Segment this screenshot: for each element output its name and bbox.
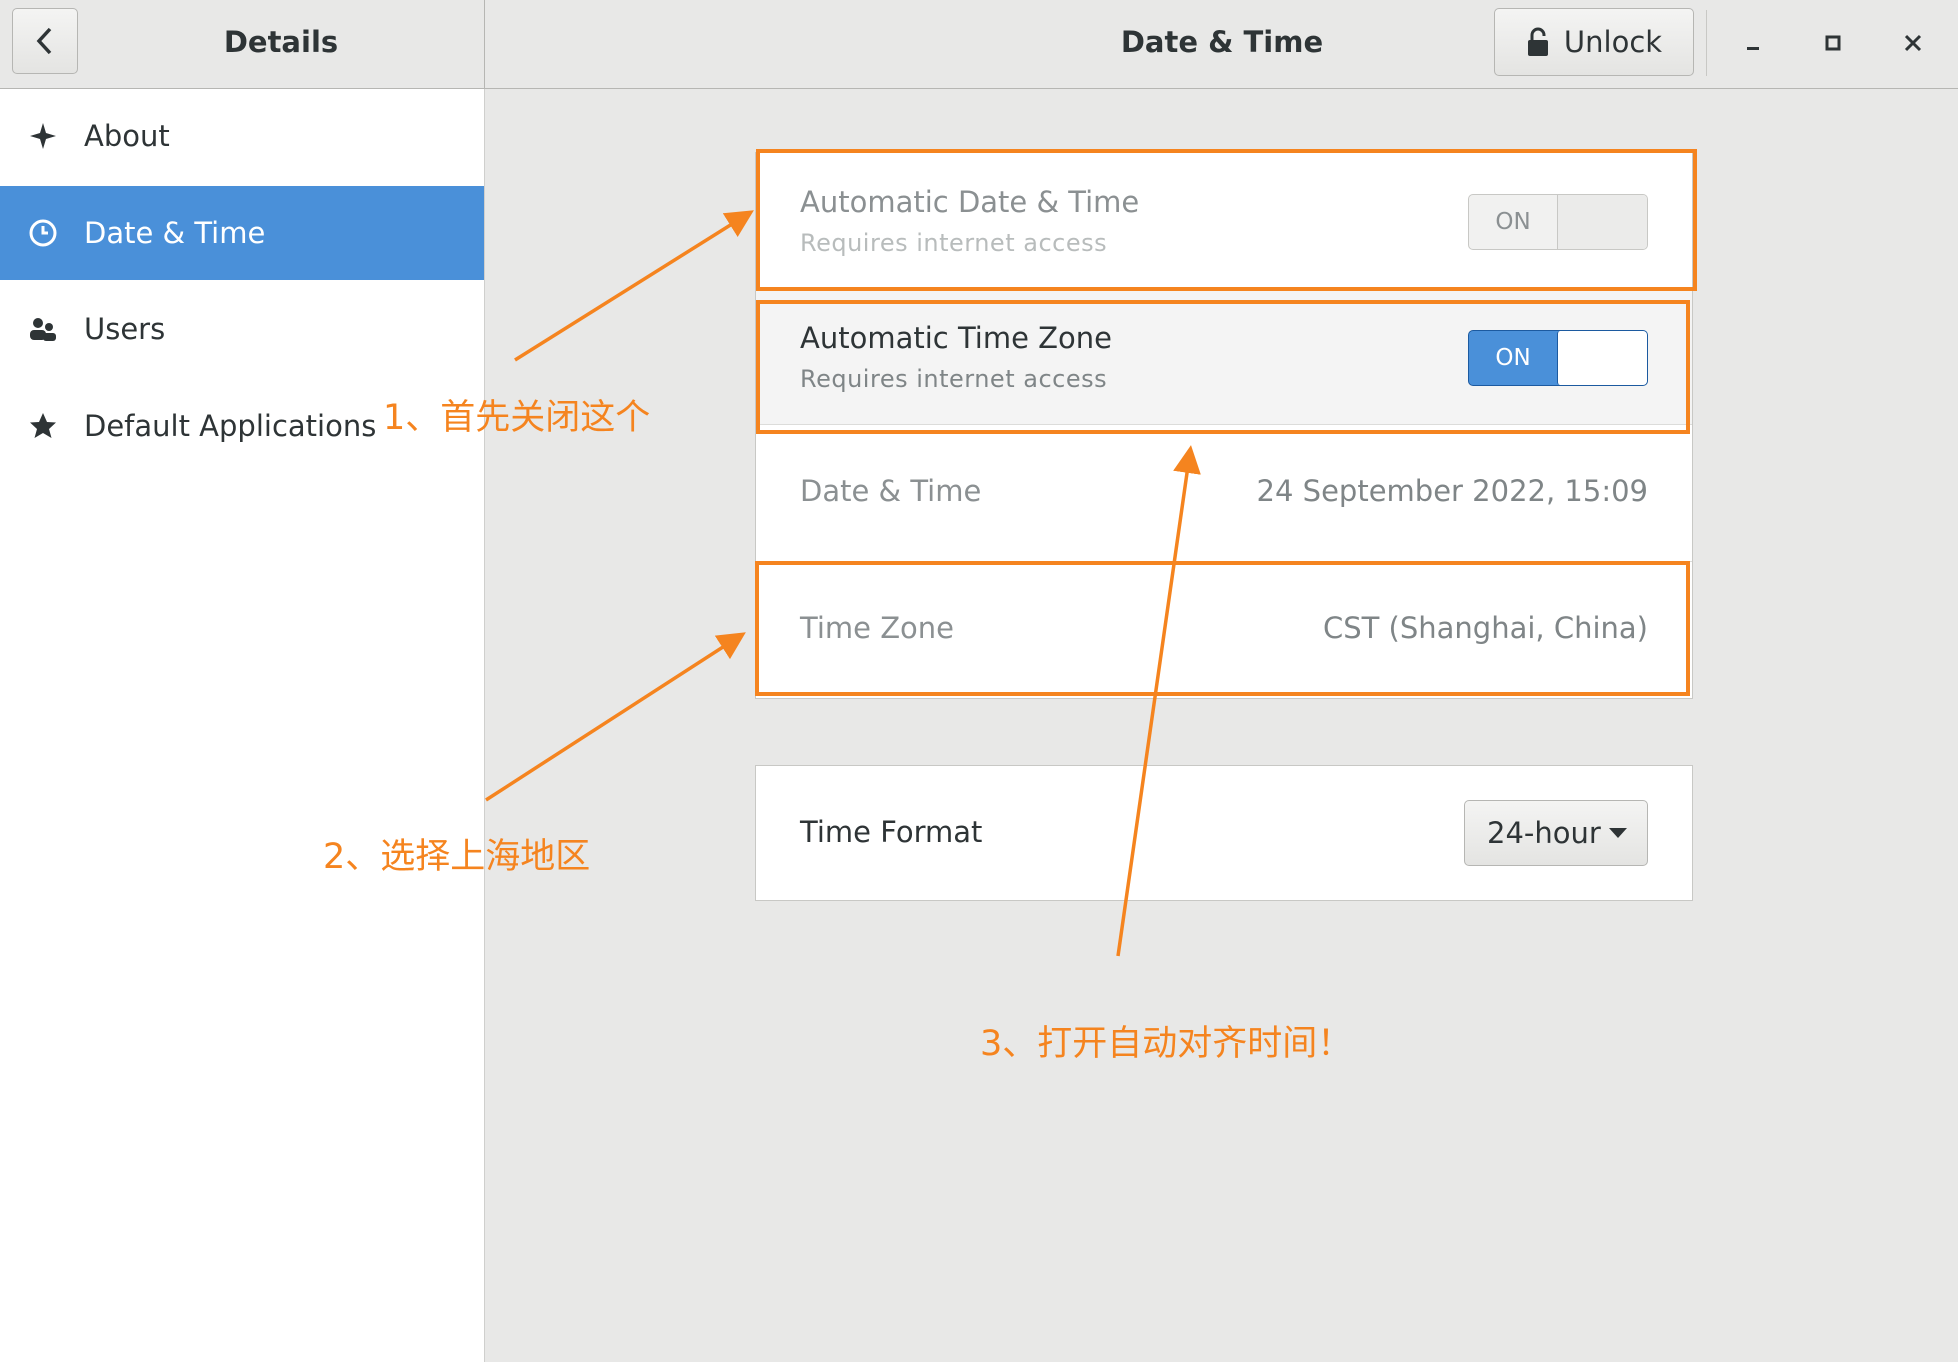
dropdown-arrow-icon: [1609, 828, 1627, 838]
time-format-card: Time Format 24-hour: [755, 765, 1693, 901]
datetime-title: Date & Time: [800, 474, 982, 508]
annotation-box-auto-datetime: [756, 149, 1697, 291]
clock-icon: [26, 216, 60, 250]
users-icon: [26, 312, 60, 346]
chevron-left-icon: [36, 27, 52, 55]
close-icon: [1904, 34, 1922, 52]
sidebar-item-users[interactable]: Users: [0, 282, 484, 376]
unlock-label: Unlock: [1563, 25, 1663, 59]
sidebar: About Date & Time Users Default Applicat…: [0, 89, 485, 1362]
minimize-icon: [1747, 47, 1759, 50]
annotation-note-3: 3、打开自动对齐时间！: [980, 1024, 1353, 1064]
header-separator: [1706, 10, 1707, 76]
sidebar-item-date-time[interactable]: Date & Time: [0, 186, 484, 280]
sidebar-item-label: Users: [84, 312, 166, 346]
sidebar-header: Details: [0, 0, 485, 88]
time-format-row: Time Format 24-hour: [756, 766, 1692, 900]
lock-icon: [1527, 27, 1548, 56]
star-icon: [26, 409, 60, 443]
annotation-note-2: 2、选择上海地区: [323, 837, 591, 877]
sidebar-title: Details: [223, 25, 339, 59]
page-title: Date & Time: [1120, 25, 1324, 59]
annotation-box-timezone: [755, 561, 1690, 696]
sidebar-item-about[interactable]: About: [0, 89, 484, 183]
header-bar: Details Date & Time Unlock: [0, 0, 1958, 89]
annotation-note-1: 1、首先关闭这个: [383, 398, 651, 438]
maximize-icon: [1825, 35, 1841, 51]
datetime-value: 24 September 2022, 15:09: [1256, 474, 1648, 508]
time-format-dropdown[interactable]: 24-hour: [1464, 800, 1648, 866]
close-button[interactable]: [1888, 18, 1938, 68]
sidebar-item-label: About: [84, 119, 170, 153]
datetime-row[interactable]: Date & Time 24 September 2022, 15:09: [756, 425, 1692, 562]
unlock-button[interactable]: Unlock: [1494, 8, 1694, 76]
maximize-button[interactable]: [1808, 18, 1858, 68]
time-format-title: Time Format: [800, 815, 983, 849]
time-format-value: 24-hour: [1487, 816, 1601, 850]
back-button[interactable]: [12, 8, 78, 74]
annotation-box-auto-timezone: [756, 300, 1690, 434]
minimize-button[interactable]: [1728, 18, 1778, 68]
sparkle-icon: [26, 119, 60, 153]
sidebar-item-label: Date & Time: [84, 216, 266, 250]
sidebar-item-label: Default Applications: [84, 409, 377, 443]
